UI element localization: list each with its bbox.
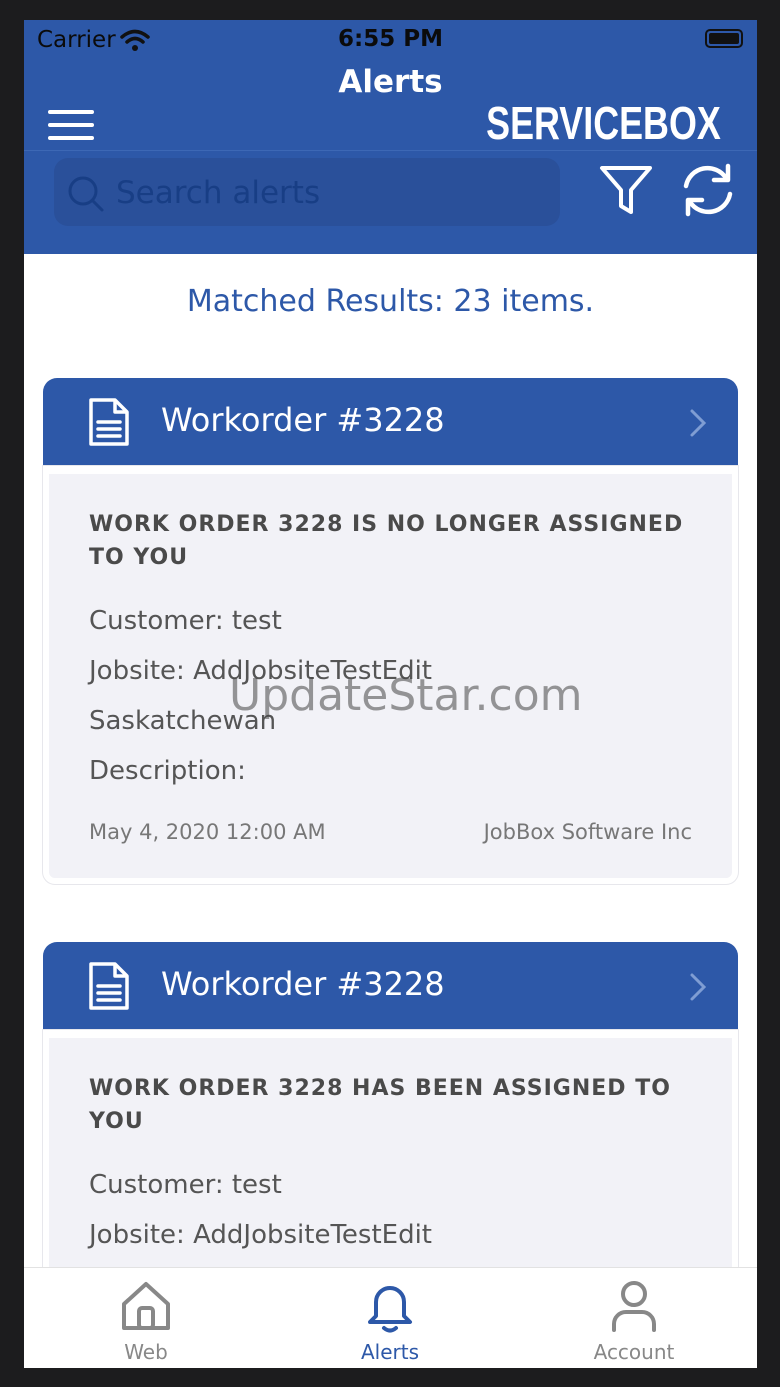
tab-web[interactable]: Web xyxy=(24,1268,268,1368)
jobsite-line: Jobsite: AddJobsiteTestEdit xyxy=(89,1220,432,1250)
tab-label-account: Account xyxy=(593,1340,675,1364)
tab-label-alerts: Alerts xyxy=(360,1340,420,1364)
watermark: UpdateStar.com xyxy=(229,670,583,721)
alert-headline: WORK ORDER 3228 HAS BEEN ASSIGNED TO YOU xyxy=(89,1076,671,1134)
status-time: 6:55 PM xyxy=(338,26,443,52)
customer-line: Customer: test xyxy=(89,1170,282,1200)
bell-icon xyxy=(368,1286,412,1333)
alert-card-header[interactable]: Workorder #3228 xyxy=(43,942,738,1030)
phone-screen: Carrier 6:55 PM Alerts SERVICEBOX Search… xyxy=(24,20,757,1368)
alert-card-title: Workorder #3228 xyxy=(161,965,445,1003)
title-bar: Alerts SERVICEBOX xyxy=(24,64,757,151)
description-line: Description: xyxy=(89,756,246,786)
page-title: Alerts xyxy=(338,64,443,100)
home-icon xyxy=(122,1282,170,1330)
tab-alerts[interactable]: Alerts xyxy=(268,1268,512,1368)
alert-company: JobBox Software Inc xyxy=(483,820,692,844)
alert-card-header[interactable]: Workorder #3228 xyxy=(43,378,738,466)
search-row xyxy=(24,152,757,254)
alert-card-title: Workorder #3228 xyxy=(161,401,445,439)
document-icon xyxy=(89,962,129,1010)
customer-line: Customer: test xyxy=(89,606,282,636)
app-header: Carrier 6:55 PM Alerts SERVICEBOX xyxy=(24,20,757,254)
search-input[interactable] xyxy=(114,168,548,218)
chevron-right-icon xyxy=(690,409,707,437)
status-bar: Carrier 6:55 PM xyxy=(24,20,757,64)
tab-account[interactable]: Account xyxy=(512,1268,756,1368)
alert-headline: WORK ORDER 3228 IS NO LONGER ASSIGNED TO… xyxy=(89,512,684,570)
document-icon xyxy=(89,398,129,446)
alert-card[interactable]: Workorder #3228 WORK ORDER 3228 IS NO LO… xyxy=(43,378,738,884)
hamburger-menu-icon[interactable] xyxy=(48,110,96,144)
person-icon xyxy=(612,1281,656,1332)
tab-label-web: Web xyxy=(124,1340,168,1364)
refresh-icon[interactable] xyxy=(678,162,738,218)
chevron-right-icon xyxy=(690,973,707,1001)
search-box[interactable] xyxy=(54,158,560,226)
tab-bar: Web Alerts Account xyxy=(24,1267,757,1368)
filter-icon[interactable] xyxy=(598,162,654,218)
battery-icon xyxy=(705,29,743,48)
alert-footer: May 4, 2020 12:00 AM JobBox Software Inc xyxy=(89,820,692,900)
alert-date: May 4, 2020 12:00 AM xyxy=(89,820,326,844)
matched-results-text: Matched Results: 23 items. xyxy=(186,284,595,319)
search-icon xyxy=(68,176,104,212)
brand-logo: SERVICEBOX xyxy=(486,97,721,149)
